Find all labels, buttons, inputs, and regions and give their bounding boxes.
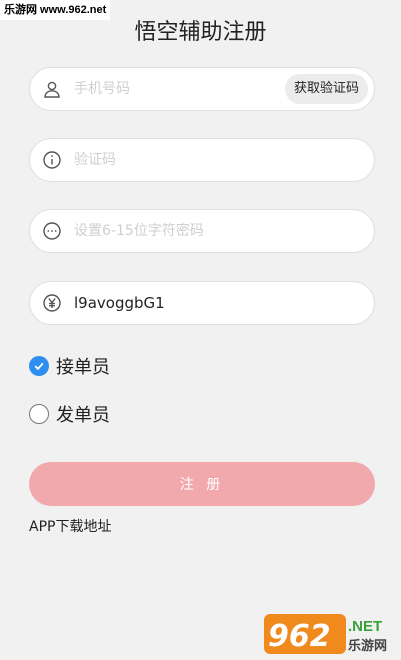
radio-checked-icon[interactable] [29,356,49,376]
invite-code-field [29,281,375,325]
role-option-receiver[interactable]: 接单员 [29,353,110,379]
role-option-sender[interactable]: 发单员 [29,401,110,427]
logo-suffix: .NET [348,618,382,635]
role-label-receiver: 接单员 [56,357,110,378]
verify-code-field [29,138,375,182]
info-icon [42,150,62,170]
phone-field: 获取验证码 [29,67,375,111]
watermark-text: 乐游网 www.962.net [0,0,111,20]
password-input[interactable] [74,216,304,246]
logo-brand: 乐游网 [348,638,387,654]
register-button[interactable]: 注 册 [29,462,375,506]
yuan-icon [42,293,62,313]
watermark-logo: 962 .NET 乐游网 [262,611,398,657]
app-download-link[interactable]: APP下载地址 [29,517,111,537]
register-screen: 乐游网 www.962.net 悟空辅助注册 获取验证码 [0,0,401,660]
verify-code-input[interactable] [74,145,304,175]
phone-input[interactable] [74,74,304,104]
page-title: 悟空辅助注册 [134,20,267,45]
logo-number: 962 [268,619,331,654]
user-icon [42,79,62,99]
password-field [29,209,375,253]
get-code-button[interactable]: 获取验证码 [284,74,368,104]
radio-unchecked-icon[interactable] [29,404,49,424]
role-label-sender: 发单员 [56,405,110,426]
more-dots-icon [42,221,62,241]
invite-code-input[interactable] [74,288,304,318]
